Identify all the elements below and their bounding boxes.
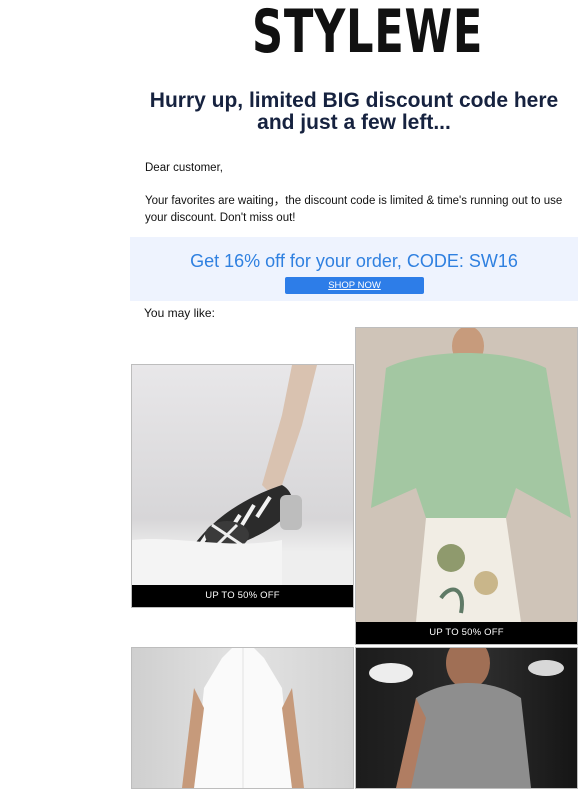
headline: Hurry up, limited BIG discount code here… xyxy=(149,89,559,134)
product-image-gray-top[interactable] xyxy=(356,648,577,788)
recommendations-heading: You may like: xyxy=(144,306,215,320)
white-dress-illustration xyxy=(182,648,304,788)
product-card-gray-top[interactable] xyxy=(355,647,578,789)
body-text: Your favorites are waiting，the discount … xyxy=(145,195,563,224)
brand-logo[interactable]: STYLEWE xyxy=(252,0,482,64)
gray-top-illustration xyxy=(369,648,564,788)
shoe-illustration xyxy=(132,365,317,585)
product-card-shoe[interactable]: UP TO 50% OFF xyxy=(131,364,354,608)
discount-badge[interactable]: UP TO 50% OFF xyxy=(132,585,353,607)
product-image-white-dress[interactable] xyxy=(132,648,353,788)
promo-code-text: Get 16% off for your order, CODE: SW16 xyxy=(190,251,518,271)
discount-badge[interactable]: UP TO 50% OFF xyxy=(356,622,577,644)
promo-banner: Get 16% off for your order, CODE: SW16 S… xyxy=(130,237,578,301)
product-image-shoe[interactable] xyxy=(132,365,353,585)
product-image-dress[interactable] xyxy=(356,328,577,622)
shop-now-button[interactable]: SHOP NOW xyxy=(285,277,424,294)
dress-illustration xyxy=(356,328,577,622)
product-card-white-dress[interactable] xyxy=(131,647,354,789)
greeting: Dear customer, xyxy=(145,162,223,174)
product-card-dress[interactable]: UP TO 50% OFF xyxy=(355,327,578,645)
